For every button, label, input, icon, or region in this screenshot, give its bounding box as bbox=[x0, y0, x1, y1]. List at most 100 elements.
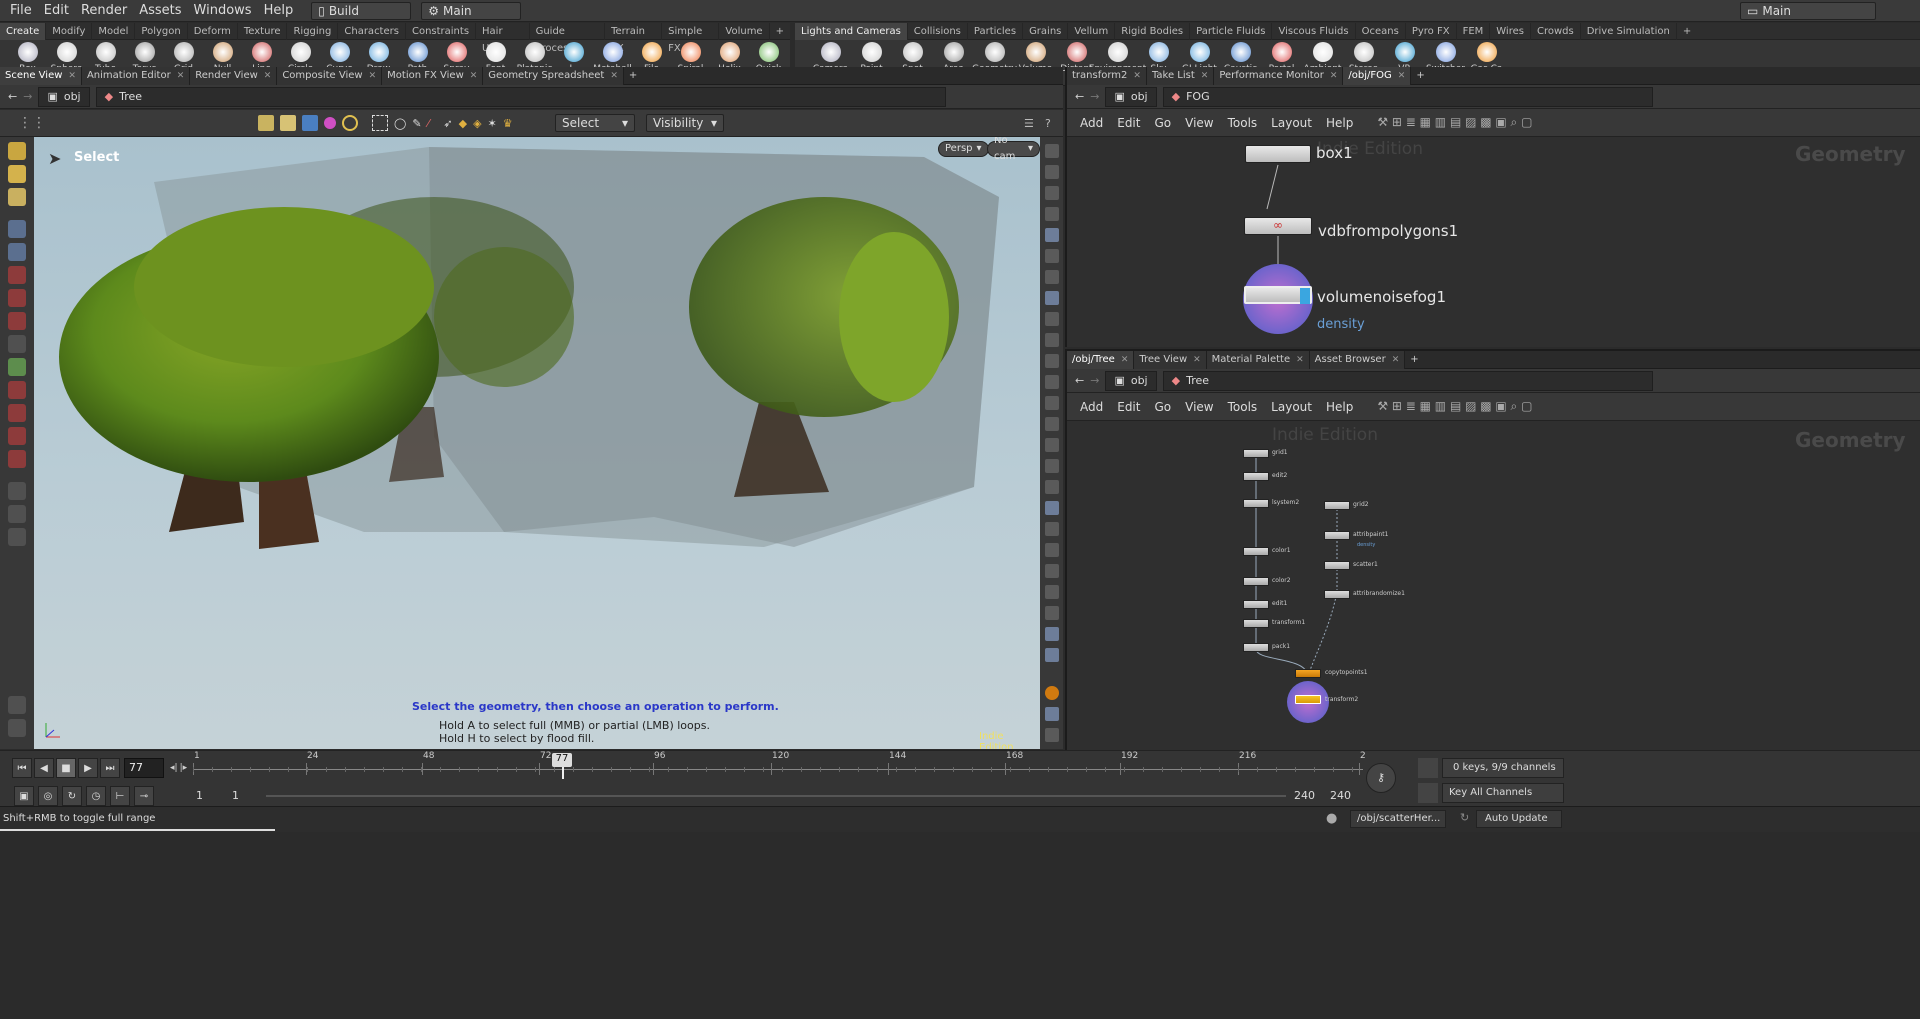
network-menu-item[interactable]: Go bbox=[1149, 400, 1176, 414]
pane-tab[interactable]: transform2 ✕ bbox=[1067, 66, 1147, 85]
node-lsystem2[interactable] bbox=[1243, 499, 1269, 508]
move-tool-icon[interactable] bbox=[8, 266, 26, 284]
measure-icon[interactable] bbox=[1044, 312, 1059, 326]
light-icon[interactable] bbox=[1044, 249, 1059, 263]
node-attribpaint1[interactable] bbox=[1324, 531, 1350, 540]
node-grid2[interactable] bbox=[1324, 501, 1350, 510]
photo-icon[interactable] bbox=[1044, 627, 1059, 641]
network-menu-item[interactable]: Help bbox=[1321, 400, 1358, 414]
close-icon[interactable]: ✕ bbox=[1392, 351, 1400, 369]
object-select-icon[interactable] bbox=[280, 115, 296, 131]
clock-icon[interactable]: ◷ bbox=[86, 786, 106, 806]
render-region-icon[interactable] bbox=[8, 528, 26, 546]
persp-menu[interactable]: Persp ▾ bbox=[938, 141, 989, 157]
close-icon[interactable]: ✕ bbox=[177, 67, 185, 85]
pane-tab[interactable]: Animation Editor ✕ bbox=[81, 66, 191, 85]
close-icon[interactable]: ✕ bbox=[610, 67, 618, 85]
cursor-icon[interactable]: ➶ bbox=[443, 117, 452, 130]
forward-arrow-icon[interactable]: → bbox=[1090, 90, 1099, 103]
node-edit1[interactable] bbox=[1243, 600, 1269, 609]
pane-tab[interactable]: Take List ✕ bbox=[1146, 66, 1215, 85]
shelf-tab[interactable]: Collisions bbox=[908, 22, 968, 40]
snapshot-icon[interactable] bbox=[1044, 291, 1059, 305]
visibility-eye-icon[interactable] bbox=[1044, 728, 1059, 742]
shelf-tab[interactable]: Create bbox=[0, 22, 47, 40]
node-color2[interactable] bbox=[1243, 577, 1269, 586]
keys-channels-indicator[interactable]: 0 keys, 9/9 channels bbox=[1442, 758, 1564, 778]
node-vdbfrompolygons1[interactable]: ∞ bbox=[1244, 217, 1312, 235]
network-menu-item[interactable]: Tools bbox=[1223, 116, 1263, 130]
display-flag[interactable] bbox=[1300, 288, 1310, 304]
node-transform2[interactable] bbox=[1295, 695, 1321, 704]
shelf-tab[interactable]: Constraints bbox=[406, 22, 477, 40]
pane-tab[interactable]: Material Palette ✕ bbox=[1206, 350, 1310, 369]
step-forward-icon[interactable]: |▸ bbox=[180, 763, 188, 773]
shelf-tab[interactable]: Modify bbox=[46, 22, 93, 40]
shelf-tab[interactable]: Grains bbox=[1023, 22, 1069, 40]
step-back-icon[interactable]: ◂| bbox=[170, 763, 178, 773]
back-arrow-icon[interactable]: ← bbox=[1075, 374, 1084, 387]
diamond-icon[interactable] bbox=[1044, 543, 1059, 557]
shelf-tab[interactable]: Rigging bbox=[287, 22, 339, 40]
shelf-tab[interactable]: Viscous Fluids bbox=[1272, 22, 1356, 40]
keyframe-icon[interactable]: ⊸ bbox=[134, 786, 154, 806]
node-box1[interactable] bbox=[1245, 145, 1311, 163]
context-dropdown[interactable]: ⚙ Main bbox=[421, 1, 522, 20]
stop-icon[interactable]: ■ bbox=[56, 758, 76, 778]
lock-icon[interactable] bbox=[1044, 186, 1059, 200]
range-end-visible[interactable]: 240 bbox=[1294, 789, 1315, 802]
chat-icon[interactable]: ● bbox=[1326, 811, 1337, 826]
play-reverse-icon[interactable]: ◀ bbox=[34, 758, 54, 778]
pane-tab[interactable]: Render View ✕ bbox=[190, 66, 278, 85]
alert-icon[interactable] bbox=[1044, 686, 1059, 700]
link-icon[interactable] bbox=[1044, 207, 1059, 221]
menu-file[interactable]: File bbox=[4, 0, 38, 22]
range-end[interactable]: 240 bbox=[1330, 789, 1351, 802]
view-tool-icon[interactable] bbox=[8, 188, 26, 206]
shelf-tab[interactable]: Simple FX bbox=[662, 22, 720, 54]
sticky-icon[interactable] bbox=[8, 696, 26, 714]
brush-display-icon[interactable] bbox=[1044, 438, 1059, 452]
close-icon[interactable]: ✕ bbox=[1121, 351, 1129, 369]
realtime-icon[interactable]: ▣ bbox=[14, 786, 34, 806]
box-select-icon[interactable] bbox=[372, 115, 388, 131]
pane-tab[interactable]: Composite View ✕ bbox=[277, 66, 383, 85]
forward-arrow-icon[interactable]: → bbox=[1090, 374, 1099, 387]
network-menu-item[interactable]: Edit bbox=[1112, 116, 1145, 130]
shelf-tab[interactable]: Hair Utils bbox=[476, 22, 530, 54]
key-all-channels-button[interactable]: Key All Channels bbox=[1442, 783, 1564, 803]
laser-icon[interactable]: ⁄ bbox=[428, 117, 430, 130]
normals-icon[interactable] bbox=[1044, 375, 1059, 389]
network-menu-item[interactable]: Go bbox=[1149, 116, 1176, 130]
shelf-tab[interactable]: Guide Process bbox=[530, 22, 606, 54]
shading-icon[interactable] bbox=[1044, 228, 1059, 242]
node-copytopoints1[interactable] bbox=[1295, 669, 1321, 678]
network-menu-item[interactable]: Layout bbox=[1266, 400, 1317, 414]
pane-tab[interactable]: /obj/FOG ✕ bbox=[1343, 66, 1412, 85]
orbit-icon[interactable] bbox=[8, 482, 26, 500]
shelf-tab[interactable]: Oceans bbox=[1356, 22, 1406, 40]
close-icon[interactable]: ✕ bbox=[1193, 351, 1201, 369]
range-bar[interactable] bbox=[266, 795, 1286, 797]
close-icon[interactable]: ✕ bbox=[1330, 67, 1338, 85]
edit-icon[interactable] bbox=[1044, 396, 1059, 410]
refresh-icon[interactable]: ↻ bbox=[1460, 811, 1469, 824]
last-frame-icon[interactable]: ⏭ bbox=[100, 758, 120, 778]
grid-icon[interactable]: ⋮⋮ bbox=[18, 115, 46, 131]
pose-tool-icon[interactable] bbox=[8, 165, 26, 183]
numbers-icon[interactable] bbox=[1044, 417, 1059, 431]
node-grid1[interactable] bbox=[1243, 449, 1269, 458]
shelf-tab[interactable]: Wires bbox=[1490, 22, 1531, 40]
menu-windows[interactable]: Windows bbox=[188, 0, 258, 22]
shelf-tab[interactable]: Model bbox=[92, 22, 136, 40]
select-mode-dropdown[interactable]: Select ▾ bbox=[555, 114, 635, 132]
node-transform1[interactable] bbox=[1243, 619, 1269, 628]
shelf-tab[interactable]: Crowds bbox=[1531, 22, 1581, 40]
key-tool-icon[interactable]: ⚷ bbox=[1366, 763, 1396, 793]
magnet-red-icon[interactable] bbox=[8, 450, 26, 468]
shelf-tab[interactable]: Drive Simulation bbox=[1581, 22, 1677, 40]
lasso-icon[interactable]: ◯ bbox=[394, 117, 406, 130]
display-options-icon[interactable] bbox=[8, 719, 26, 737]
points-display-icon[interactable] bbox=[1044, 354, 1059, 368]
menu-edit[interactable]: Edit bbox=[38, 0, 75, 22]
